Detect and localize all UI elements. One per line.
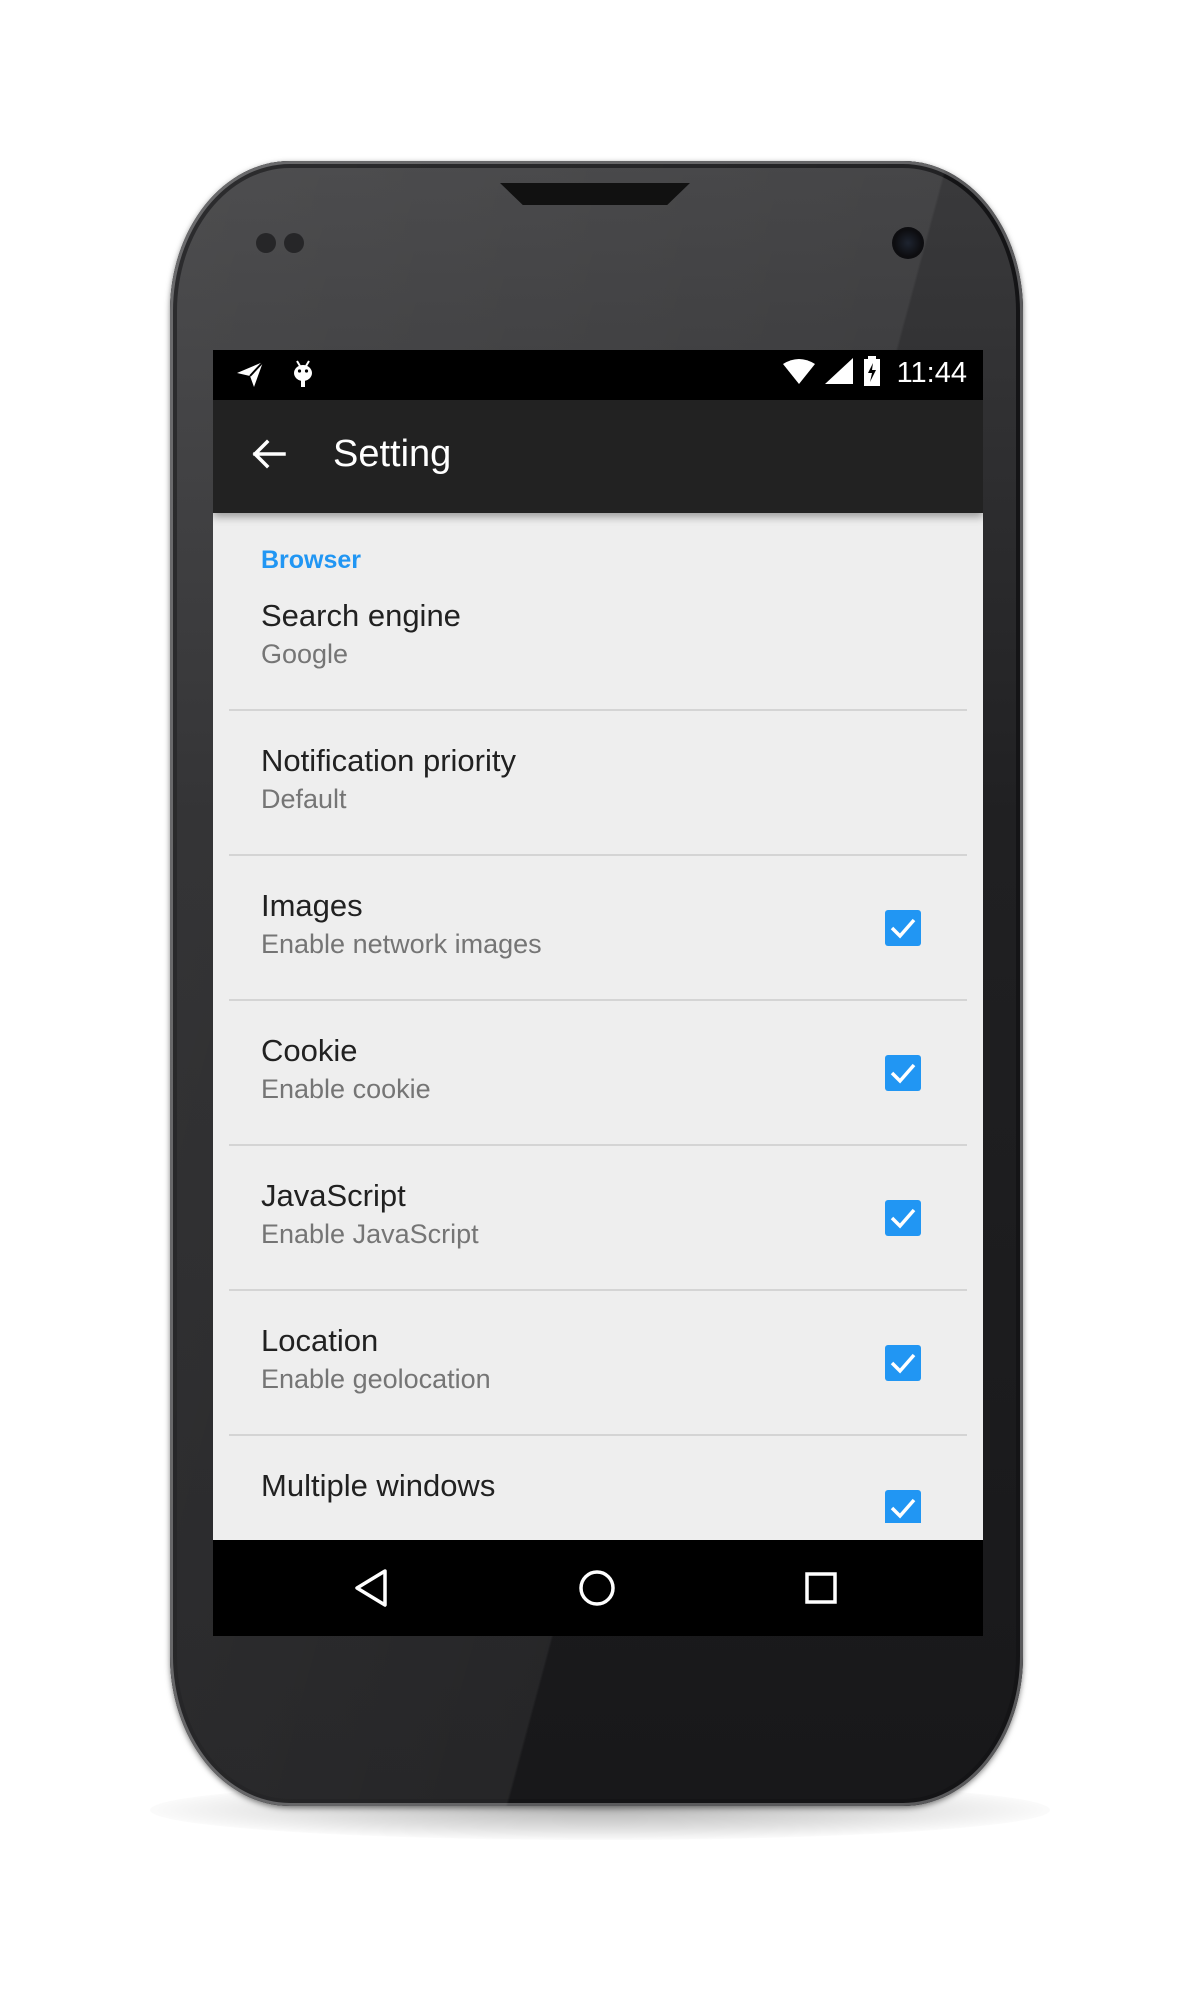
back-triangle-icon	[355, 1569, 387, 1607]
pref-images[interactable]: Images Enable network images	[229, 856, 967, 1001]
page-title: Setting	[333, 433, 452, 475]
pref-summary: Google	[261, 639, 349, 669]
pref-summary: Enable network images	[261, 929, 542, 959]
status-clock: 11:44	[896, 357, 967, 389]
pref-cookie[interactable]: Cookie Enable cookie	[229, 1001, 967, 1146]
pref-title: Location	[261, 1323, 379, 1358]
pref-summary: Enable cookie	[261, 1074, 431, 1104]
check-icon	[890, 1063, 916, 1084]
home-circle-icon	[579, 1570, 615, 1606]
app-bar: Setting	[213, 400, 983, 513]
pref-notification-priority[interactable]: Notification priority Default	[229, 711, 967, 856]
earpiece-speaker	[500, 183, 690, 205]
location-checkbox[interactable]	[885, 1345, 921, 1381]
navigation-bar	[213, 1540, 983, 1636]
pref-location[interactable]: Location Enable geolocation	[229, 1291, 967, 1436]
settings-list[interactable]: Browser Search engine Google Notificatio…	[213, 513, 983, 1523]
wifi-icon	[782, 358, 815, 389]
send-icon	[235, 359, 265, 394]
pref-summary: Enable geolocation	[261, 1364, 491, 1394]
recents-square-icon	[805, 1572, 837, 1604]
nav-home-button[interactable]	[569, 1560, 625, 1616]
arrow-back-icon	[252, 439, 286, 474]
images-checkbox[interactable]	[885, 910, 921, 946]
pref-javascript[interactable]: JavaScript Enable JavaScript	[229, 1146, 967, 1291]
pref-title: Search engine	[261, 598, 461, 633]
check-icon	[890, 918, 916, 939]
back-button[interactable]	[243, 430, 295, 482]
check-icon	[890, 1208, 916, 1229]
nav-recents-button[interactable]	[793, 1560, 849, 1616]
nav-back-button[interactable]	[343, 1560, 399, 1616]
cell-signal-icon	[824, 358, 853, 389]
check-icon	[890, 1498, 916, 1519]
battery-charging-icon	[863, 356, 881, 391]
pref-multiple-windows[interactable]: Multiple windows	[229, 1436, 967, 1523]
javascript-checkbox[interactable]	[885, 1200, 921, 1236]
pref-summary: Enable JavaScript	[261, 1219, 479, 1249]
front-camera	[892, 227, 924, 259]
android-debug-icon	[291, 359, 315, 394]
front-sensors	[256, 233, 312, 258]
pref-title: Images	[261, 888, 363, 923]
pref-title: JavaScript	[261, 1178, 406, 1213]
pref-search-engine[interactable]: Search engine Google	[229, 566, 967, 711]
pref-title: Multiple windows	[261, 1468, 496, 1503]
check-icon	[890, 1353, 916, 1374]
device-screen: 11:44 Setting Browser Search engine Goog…	[213, 350, 983, 1636]
pref-title: Notification priority	[261, 743, 516, 778]
multiple-windows-checkbox[interactable]	[885, 1490, 921, 1523]
pref-summary: Default	[261, 784, 347, 814]
status-bar: 11:44	[213, 350, 983, 400]
pref-title: Cookie	[261, 1033, 358, 1068]
cookie-checkbox[interactable]	[885, 1055, 921, 1091]
